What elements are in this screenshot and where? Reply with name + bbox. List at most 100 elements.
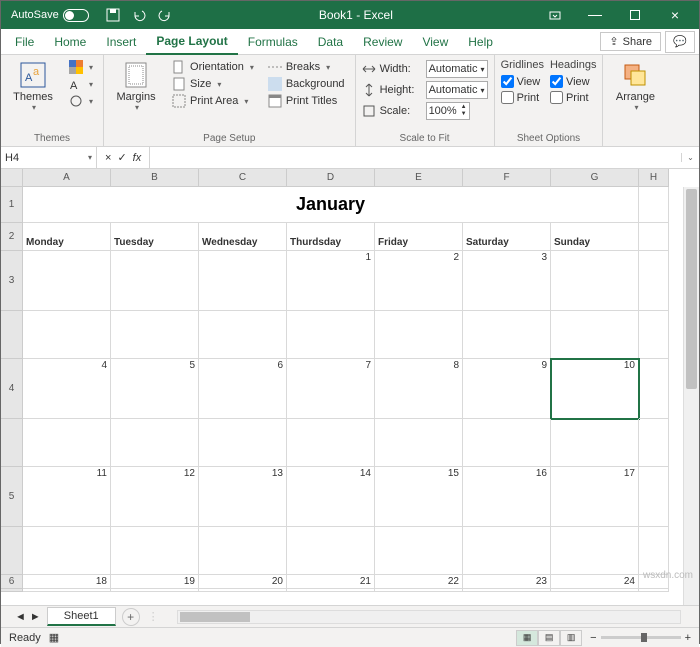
cell[interactable] bbox=[23, 419, 111, 467]
cell[interactable] bbox=[463, 527, 551, 575]
cell[interactable] bbox=[551, 311, 639, 359]
row-header[interactable]: 2 bbox=[1, 223, 23, 251]
cell[interactable] bbox=[551, 419, 639, 467]
fx-icon[interactable]: fx bbox=[133, 152, 142, 164]
share-button[interactable]: ⇪Share bbox=[600, 32, 661, 51]
date-cell[interactable]: 23 bbox=[463, 575, 551, 589]
cell[interactable] bbox=[287, 527, 375, 575]
day-header-cell[interactable]: Wednesday bbox=[199, 223, 287, 251]
date-cell[interactable]: 18 bbox=[23, 575, 111, 589]
close-button[interactable]: × bbox=[655, 1, 695, 29]
cell[interactable] bbox=[23, 589, 111, 592]
day-header-cell[interactable]: Sunday bbox=[551, 223, 639, 251]
tab-review[interactable]: Review bbox=[353, 29, 412, 55]
row-header[interactable]: 3 bbox=[1, 251, 23, 311]
cell[interactable] bbox=[199, 311, 287, 359]
date-cell[interactable]: 2 bbox=[375, 251, 463, 311]
margins-button[interactable]: Margins bbox=[110, 59, 162, 114]
cell[interactable] bbox=[463, 419, 551, 467]
cell[interactable] bbox=[639, 223, 669, 251]
tab-view[interactable]: View bbox=[412, 29, 458, 55]
cell[interactable] bbox=[287, 589, 375, 592]
page-break-view-button[interactable]: ▥ bbox=[560, 630, 582, 646]
cell[interactable] bbox=[111, 311, 199, 359]
column-header[interactable]: D bbox=[287, 169, 375, 187]
date-cell[interactable]: 22 bbox=[375, 575, 463, 589]
day-header-cell[interactable]: Saturday bbox=[463, 223, 551, 251]
undo-icon[interactable] bbox=[127, 3, 151, 27]
cell[interactable] bbox=[551, 589, 639, 592]
tab-insert[interactable]: Insert bbox=[96, 29, 146, 55]
column-header[interactable]: E bbox=[375, 169, 463, 187]
height-select[interactable]: Automatic bbox=[426, 81, 488, 99]
tab-formulas[interactable]: Formulas bbox=[238, 29, 308, 55]
cell[interactable] bbox=[375, 311, 463, 359]
date-cell[interactable]: 19 bbox=[111, 575, 199, 589]
gridlines-print-checkbox[interactable]: Print bbox=[501, 90, 544, 105]
effects-button[interactable] bbox=[65, 93, 97, 109]
date-cell[interactable]: 24 bbox=[551, 575, 639, 589]
cell[interactable] bbox=[463, 589, 551, 592]
column-header[interactable]: H bbox=[639, 169, 669, 187]
day-header-cell[interactable]: Monday bbox=[23, 223, 111, 251]
day-header-cell[interactable]: Tuesday bbox=[111, 223, 199, 251]
date-cell[interactable]: 8 bbox=[375, 359, 463, 419]
print-titles-button[interactable]: Print Titles bbox=[264, 93, 349, 109]
date-cell[interactable]: 12 bbox=[111, 467, 199, 527]
enter-formula-icon[interactable]: ✓ bbox=[117, 151, 126, 164]
column-header[interactable]: G bbox=[551, 169, 639, 187]
row-header[interactable]: 4 bbox=[1, 359, 23, 419]
formula-bar[interactable] bbox=[149, 147, 681, 169]
column-header[interactable]: F bbox=[463, 169, 551, 187]
date-cell[interactable] bbox=[551, 251, 639, 311]
tab-data[interactable]: Data bbox=[308, 29, 353, 55]
column-header[interactable]: B bbox=[111, 169, 199, 187]
zoom-out-button[interactable]: − bbox=[590, 632, 596, 644]
width-select[interactable]: Automatic bbox=[426, 60, 488, 78]
date-cell[interactable]: 13 bbox=[199, 467, 287, 527]
cell[interactable] bbox=[199, 589, 287, 592]
cell[interactable] bbox=[639, 419, 669, 467]
cell[interactable] bbox=[111, 589, 199, 592]
zoom-slider[interactable] bbox=[601, 636, 681, 639]
record-macro-icon[interactable]: ▦ bbox=[49, 631, 59, 644]
cell[interactable] bbox=[551, 527, 639, 575]
cell[interactable] bbox=[199, 527, 287, 575]
row-header[interactable] bbox=[1, 311, 23, 359]
date-cell[interactable]: 21 bbox=[287, 575, 375, 589]
cell[interactable] bbox=[287, 311, 375, 359]
size-button[interactable]: Size bbox=[168, 76, 258, 92]
row-header[interactable] bbox=[1, 589, 23, 592]
cell[interactable] bbox=[639, 187, 669, 223]
colors-button[interactable] bbox=[65, 59, 97, 75]
date-cell[interactable]: 4 bbox=[23, 359, 111, 419]
cell[interactable] bbox=[639, 467, 669, 527]
expand-formula-bar-icon[interactable]: ⌄ bbox=[681, 153, 699, 162]
vertical-scrollbar[interactable] bbox=[683, 187, 699, 605]
column-header[interactable]: C bbox=[199, 169, 287, 187]
spin-down-icon[interactable]: ▼ bbox=[461, 111, 467, 118]
date-cell[interactable]: 14 bbox=[287, 467, 375, 527]
day-header-cell[interactable]: Friday bbox=[375, 223, 463, 251]
date-cell[interactable]: 9 bbox=[463, 359, 551, 419]
month-title-cell[interactable]: January bbox=[23, 187, 639, 223]
gridlines-view-checkbox[interactable]: View bbox=[501, 74, 544, 89]
cell[interactable] bbox=[111, 419, 199, 467]
date-cell[interactable] bbox=[199, 251, 287, 311]
date-cell[interactable]: 10 bbox=[551, 359, 639, 419]
arrange-button[interactable]: Arrange bbox=[609, 59, 661, 114]
tab-file[interactable]: File bbox=[5, 29, 44, 55]
scrollbar-thumb[interactable] bbox=[686, 189, 697, 389]
tab-help[interactable]: Help bbox=[458, 29, 503, 55]
row-header[interactable] bbox=[1, 419, 23, 467]
date-cell[interactable]: 15 bbox=[375, 467, 463, 527]
cell[interactable] bbox=[111, 527, 199, 575]
normal-view-button[interactable]: ▦ bbox=[516, 630, 538, 646]
horizontal-scrollbar[interactable] bbox=[177, 610, 681, 624]
cell[interactable] bbox=[375, 589, 463, 592]
spin-up-icon[interactable]: ▲ bbox=[461, 104, 467, 111]
row-header[interactable]: 1 bbox=[1, 187, 23, 223]
row-header[interactable] bbox=[1, 527, 23, 575]
date-cell[interactable]: 6 bbox=[199, 359, 287, 419]
cell[interactable] bbox=[639, 589, 669, 592]
